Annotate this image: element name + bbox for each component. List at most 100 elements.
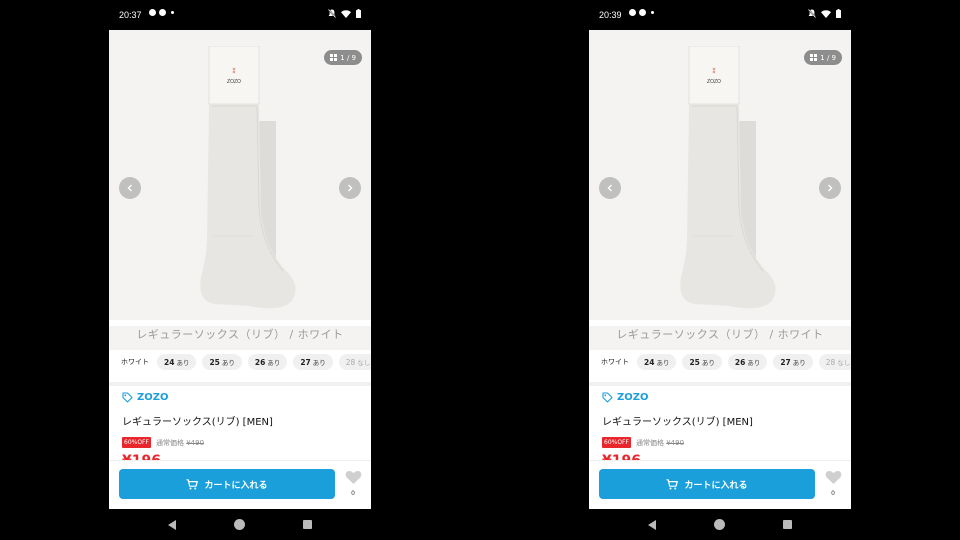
recents-button[interactable] [303, 520, 312, 529]
size-number: 28 [825, 357, 836, 367]
cart-bar: カートに入れる 0 [589, 460, 851, 509]
grid-icon [810, 54, 818, 61]
size-availability-row: ホワイト 24 あり 25 あり 26 あり 27 あり 28 なし [109, 352, 371, 372]
tag-icon [122, 392, 133, 403]
chevron-left-icon [127, 184, 132, 192]
wifi-icon [341, 9, 351, 18]
grid-icon [330, 54, 338, 61]
favorite-count: 0 [351, 490, 355, 497]
favorite-button[interactable]: 0 [823, 470, 843, 497]
size-chip[interactable]: 24 あり [157, 354, 197, 370]
product-image-carousel[interactable]: ⁑ ZOZO 1 / 9 [589, 30, 851, 320]
add-to-cart-button[interactable]: カートに入れる [119, 469, 335, 499]
favorite-count: 0 [831, 490, 835, 497]
image-overlay-title: レギュラーソックス（リブ） / ホワイト [589, 326, 851, 350]
battery-icon [836, 9, 841, 18]
cart-bar: カートに入れる 0 [109, 460, 371, 509]
app-screen: ⁑ ZOZO 1 / 9 レギュラーソックス（リブ） / ホワイト ホワイト 2… [589, 30, 851, 509]
original-price: 通常価格 ¥490 [636, 438, 684, 448]
stock-status: あり [701, 359, 715, 367]
size-number: 26 [254, 357, 266, 367]
size-chip-unavailable[interactable]: 28 なし [818, 354, 851, 370]
next-image-button[interactable] [819, 177, 841, 199]
size-number: 24 [164, 357, 175, 367]
more-notifications-icon [171, 11, 174, 14]
back-button[interactable] [168, 519, 176, 530]
home-button[interactable] [714, 519, 725, 530]
chevron-right-icon [348, 184, 353, 192]
brand-link[interactable]: ZOZO [602, 392, 649, 403]
previous-image-button[interactable] [119, 177, 141, 199]
image-counter-text: 1 / 9 [340, 53, 356, 62]
color-label: ホワイト [121, 358, 149, 366]
favorite-button[interactable]: 0 [343, 470, 363, 497]
stock-status: あり [176, 359, 190, 367]
home-button[interactable] [234, 519, 245, 530]
original-price-value: ¥490 [186, 438, 205, 447]
svg-text:⁑: ⁑ [233, 68, 236, 75]
add-to-cart-button[interactable]: カートに入れる [599, 469, 815, 499]
brand-link[interactable]: ZOZO [122, 392, 169, 403]
next-image-button[interactable] [339, 177, 361, 199]
system-nav-bar [109, 509, 371, 540]
image-counter[interactable]: 1 / 9 [804, 50, 842, 65]
heart-icon [345, 470, 361, 484]
status-bar: 20:39 [589, 0, 851, 30]
back-button[interactable] [648, 519, 656, 530]
stock-status: あり [267, 359, 281, 367]
stock-status: なし [357, 359, 371, 367]
system-icons [328, 9, 361, 18]
recents-button[interactable] [783, 520, 792, 529]
cart-icon [666, 478, 679, 489]
size-number: 27 [780, 357, 791, 367]
wifi-icon [821, 9, 831, 18]
size-chip-unavailable[interactable]: 28 なし [338, 354, 371, 370]
price-row: 60%OFF 通常価格 ¥490 [122, 437, 204, 448]
cart-icon [186, 478, 199, 489]
system-icons [808, 9, 841, 18]
size-number: 27 [300, 357, 311, 367]
original-price: 通常価格 ¥490 [156, 438, 204, 448]
system-nav-bar [589, 509, 851, 540]
battery-icon [356, 9, 361, 18]
size-chip[interactable]: 26 あり [247, 354, 288, 370]
app-notification-icon [629, 9, 636, 16]
color-label: ホワイト [601, 358, 629, 366]
add-to-cart-label: カートに入れる [204, 480, 268, 491]
image-counter[interactable]: 1 / 9 [324, 50, 362, 65]
sock-label-logo: ZOZO [227, 79, 241, 85]
sock-label-logo: ZOZO [707, 79, 721, 85]
size-chip[interactable]: 27 あり [773, 354, 813, 370]
previous-image-button[interactable] [599, 177, 621, 199]
price-row: 60%OFF 通常価格 ¥490 [602, 437, 684, 448]
image-overlay-title: レギュラーソックス（リブ） / ホワイト [109, 326, 371, 350]
size-chip[interactable]: 27 あり [293, 354, 333, 370]
svg-text:⁑: ⁑ [713, 68, 716, 75]
size-chip[interactable]: 26 あり [727, 354, 768, 370]
size-chip[interactable]: 25 あり [682, 354, 722, 370]
product-image-sock: ⁑ ZOZO [680, 46, 776, 309]
size-number: 28 [345, 357, 356, 367]
product-name: レギュラーソックス(リブ) [MEN] [122, 417, 273, 428]
image-counter-text: 1 / 9 [820, 53, 836, 62]
media-notification-icon [159, 9, 166, 16]
original-price-label: 通常価格 [155, 438, 184, 447]
size-number: 25 [689, 357, 700, 367]
notification-icons [149, 9, 174, 16]
status-bar: 20:37 [109, 0, 371, 30]
stock-status: あり [312, 359, 326, 367]
chevron-right-icon [828, 184, 833, 192]
tag-icon [602, 392, 613, 403]
add-to-cart-label: カートに入れる [684, 480, 748, 491]
section-divider [109, 382, 371, 386]
product-image-carousel[interactable]: ⁑ ZOZO 1 / 9 [109, 30, 371, 320]
stock-status: なし [837, 359, 851, 367]
discount-badge: 60%OFF [602, 437, 631, 448]
size-chip[interactable]: 24 あり [637, 354, 677, 370]
app-notification-icon [149, 9, 156, 16]
stock-status: あり [792, 359, 806, 367]
chevron-left-icon [607, 184, 612, 192]
brand-name: ZOZO [137, 392, 169, 403]
app-screen: ⁑ ZOZO 1 / 9 レギュラーソックス（リブ） / ホワイト ホワイト 2… [109, 30, 371, 509]
size-chip[interactable]: 25 あり [202, 354, 242, 370]
